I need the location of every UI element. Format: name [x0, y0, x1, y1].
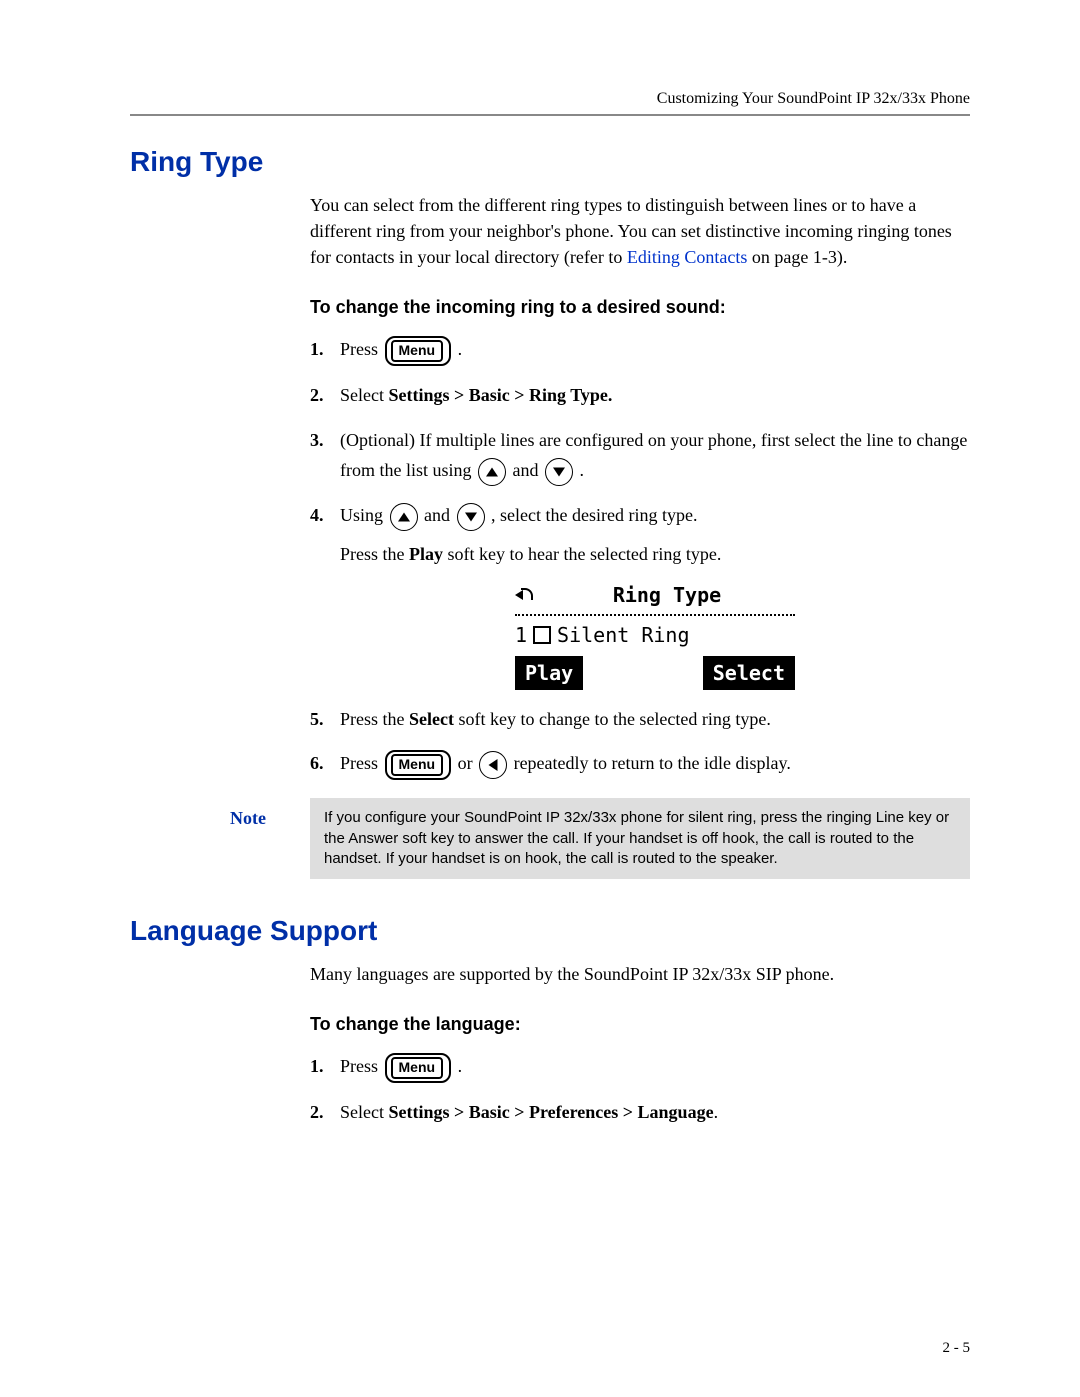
lang-step2-path: Settings > Basic > Preferences > Languag…: [388, 1102, 713, 1122]
step1-post: .: [458, 339, 463, 359]
subhead-change-language: To change the language:: [310, 1011, 970, 1037]
lcd-checkbox-icon: [533, 626, 551, 644]
step-6: Press Menu or repeatedly to return to th…: [310, 748, 970, 780]
step2-pre: Select: [340, 385, 388, 405]
step5-bold: Select: [409, 709, 454, 729]
arrow-down-icon: [457, 503, 485, 531]
step5-pre: Press the: [340, 709, 409, 729]
step6-pre: Press: [340, 753, 383, 773]
menu-button-icon: Menu: [385, 1053, 452, 1083]
step6-post: repeatedly to return to the idle display…: [514, 753, 791, 773]
subhead-change-ring: To change the incoming ring to a desired…: [310, 294, 970, 320]
intro-post: on page 1-3).: [747, 247, 847, 267]
steps-ring-type: Press Menu . Select Settings > Basic > R…: [310, 334, 970, 780]
step3-a: (Optional) If multiple lines are configu…: [340, 430, 967, 481]
note-label: Note: [230, 798, 310, 879]
lcd-row-1: 1 Silent Ring: [515, 616, 795, 654]
arrow-left-icon: [479, 751, 507, 779]
page: Customizing Your SoundPoint IP 32x/33x P…: [0, 0, 1080, 1397]
arrow-up-icon: [390, 503, 418, 531]
running-head: Customizing Your SoundPoint IP 32x/33x P…: [130, 90, 970, 108]
page-number: 2 - 5: [943, 1340, 971, 1357]
lang-step2-pre: Select: [340, 1102, 388, 1122]
language-intro: Many languages are supported by the Soun…: [310, 961, 970, 987]
header-rule: [130, 114, 970, 116]
lang-step-2: Select Settings > Basic > Preferences > …: [310, 1097, 970, 1128]
lcd-title: Ring Type: [539, 578, 795, 612]
step-1: Press Menu .: [310, 334, 970, 366]
step4-line2: Press the Play soft key to hear the sele…: [340, 539, 970, 570]
arrow-up-icon: [478, 458, 506, 486]
note-block: Note If you configure your SoundPoint IP…: [230, 798, 970, 879]
step4c-pre: Press the: [340, 544, 409, 564]
menu-button-label: Menu: [391, 1057, 444, 1079]
step5-post: soft key to change to the selected ring …: [454, 709, 771, 729]
step3-and: and: [513, 460, 544, 480]
step4-a: Using: [340, 505, 388, 525]
link-editing-contacts[interactable]: Editing Contacts: [627, 247, 748, 267]
step-4: Using and , select the desired ring type…: [310, 500, 970, 689]
step4c-post: soft key to hear the selected ring type.: [443, 544, 721, 564]
ring-type-body: You can select from the different ring t…: [310, 192, 970, 780]
heading-ring-type: Ring Type: [130, 146, 970, 178]
lcd-back-icon: [515, 586, 533, 604]
menu-button-icon: Menu: [385, 750, 452, 780]
lang-step-1: Press Menu .: [310, 1051, 970, 1083]
lcd-row-text: Silent Ring: [557, 618, 689, 652]
steps-language: Press Menu . Select Settings > Basic > P…: [310, 1051, 970, 1127]
arrow-down-icon: [545, 458, 573, 486]
lcd-softkey-play: Play: [515, 656, 583, 690]
step2-path: Settings > Basic > Ring Type.: [388, 385, 612, 405]
language-body: Many languages are supported by the Soun…: [310, 961, 970, 1128]
step-2: Select Settings > Basic > Ring Type.: [310, 380, 970, 411]
step3-end: .: [580, 460, 585, 480]
step-3: (Optional) If multiple lines are configu…: [310, 425, 970, 486]
step4-b: , select the desired ring type.: [491, 505, 697, 525]
step1-pre: Press: [340, 339, 383, 359]
lang-step1-pre: Press: [340, 1056, 383, 1076]
lcd-softkey-select: Select: [703, 656, 795, 690]
intro-paragraph: You can select from the different ring t…: [310, 192, 970, 270]
step4c-bold: Play: [409, 544, 443, 564]
menu-button-icon: Menu: [385, 336, 452, 366]
step-5: Press the Select soft key to change to t…: [310, 704, 970, 735]
menu-button-label: Menu: [391, 340, 444, 362]
note-text: If you configure your SoundPoint IP 32x/…: [310, 798, 970, 879]
step4-and: and: [424, 505, 455, 525]
step6-or: or: [458, 753, 478, 773]
menu-button-label: Menu: [391, 754, 444, 776]
lang-step2-post: .: [714, 1102, 719, 1122]
lcd-screenshot: Ring Type 1 Silent Ring Play Select: [515, 578, 795, 690]
heading-language-support: Language Support: [130, 915, 970, 947]
lcd-row-num: 1: [515, 618, 527, 652]
lang-step1-post: .: [458, 1056, 463, 1076]
lcd-title-row: Ring Type: [515, 578, 795, 616]
lcd-softkeys: Play Select: [515, 656, 795, 690]
